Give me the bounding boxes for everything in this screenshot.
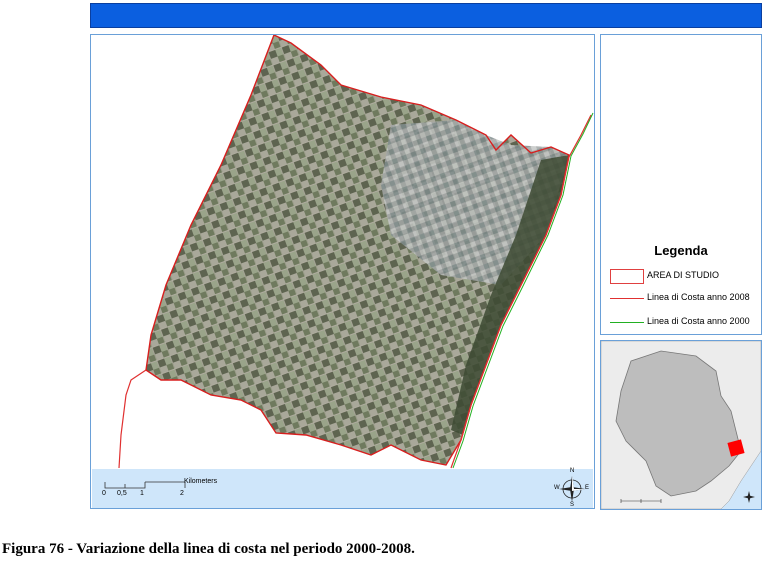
scale-unit: Kilometers: [184, 478, 218, 485]
legend-item-coast-2000: Linea di Costa anno 2000: [607, 315, 757, 331]
legend-label: Linea di Costa anno 2000: [647, 316, 750, 326]
north-arrow-icon: N S W E: [554, 468, 590, 508]
red-line-icon: [610, 298, 644, 299]
west-label: W: [554, 485, 560, 491]
red-outline-box-icon: [610, 269, 644, 284]
green-line-icon: [610, 322, 644, 323]
locator-inset-map[interactable]: [600, 340, 762, 510]
east-label: E: [585, 485, 590, 491]
scale-tick-0: 0: [102, 490, 106, 497]
map-panel[interactable]: 0 0,5 1 2 Kilometers N S W E: [90, 34, 595, 509]
scale-strip: 0 0,5 1 2 Kilometers N S W E: [92, 468, 593, 508]
scale-tick-05: 0,5: [117, 490, 127, 497]
satellite-map[interactable]: [91, 35, 594, 508]
legend-panel: Legenda AREA DI STUDIO Linea di Costa an…: [600, 34, 762, 335]
scale-tick-1: 1: [140, 490, 144, 497]
inset-map-svg: [601, 341, 761, 509]
legend-label: AREA DI STUDIO: [647, 270, 720, 280]
legend-title: Legenda: [654, 243, 708, 258]
header-bar: [90, 3, 762, 28]
legend-item-study-area: AREA DI STUDIO: [607, 269, 757, 285]
legend-item-coast-2008: Linea di Costa anno 2008: [607, 291, 757, 307]
scale-tick-2: 2: [180, 490, 184, 497]
legend-label: Linea di Costa anno 2008: [647, 292, 750, 302]
north-label: N: [570, 468, 575, 474]
river-mouth-line: [118, 369, 147, 469]
figure-caption: Figura 76 - Variazione della linea di co…: [2, 541, 415, 557]
south-label: S: [570, 502, 575, 508]
